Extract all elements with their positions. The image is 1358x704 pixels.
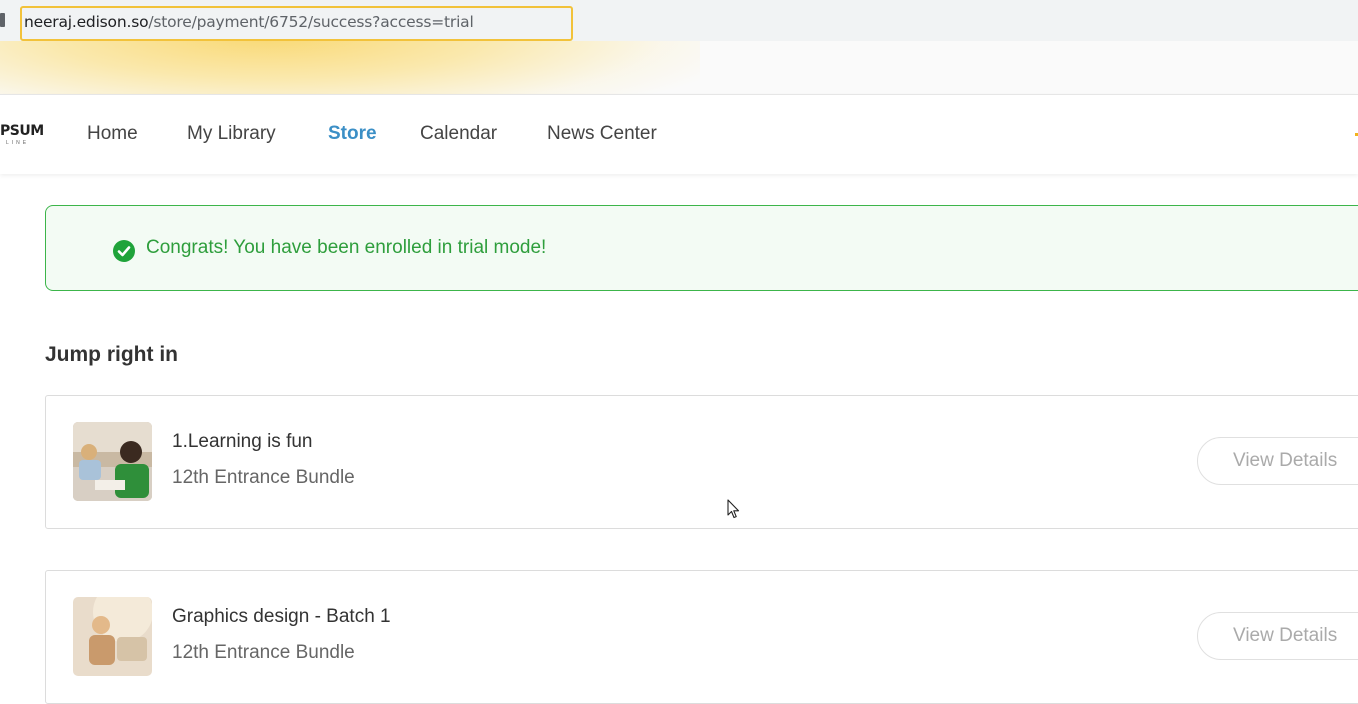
url-host: neeraj.edison.so bbox=[24, 13, 149, 31]
nav-item-home[interactable]: Home bbox=[87, 123, 138, 145]
course-image-icon bbox=[73, 597, 152, 676]
url-input[interactable]: neeraj.edison.so/store/payment/6752/succ… bbox=[20, 6, 573, 41]
mouse-cursor-icon bbox=[727, 499, 740, 519]
course-image-icon bbox=[73, 422, 152, 501]
course-thumbnail bbox=[73, 422, 152, 501]
header-banner bbox=[0, 41, 1358, 94]
course-card: Graphics design - Batch 1 12th Entrance … bbox=[45, 570, 1358, 704]
course-title[interactable]: 1.Learning is fun bbox=[172, 431, 313, 453]
success-alert: Congrats! You have been enrolled in tria… bbox=[45, 205, 1358, 291]
section-title: Jump right in bbox=[45, 343, 178, 366]
course-subtitle: 12th Entrance Bundle bbox=[172, 642, 355, 663]
view-details-button[interactable]: View Details bbox=[1197, 437, 1358, 485]
course-title[interactable]: Graphics design - Batch 1 bbox=[172, 606, 391, 628]
course-subtitle: 12th Entrance Bundle bbox=[172, 467, 355, 488]
check-circle-icon bbox=[113, 240, 135, 262]
nav-item-news-center[interactable]: News Center bbox=[547, 123, 657, 145]
alert-message: Congrats! You have been enrolled in tria… bbox=[146, 237, 547, 258]
nav-item-my-library[interactable]: My Library bbox=[187, 123, 276, 145]
course-card: 1.Learning is fun 12th Entrance Bundle V… bbox=[45, 395, 1358, 529]
view-details-button[interactable]: View Details bbox=[1197, 612, 1358, 660]
course-thumbnail bbox=[73, 597, 152, 676]
url-text: neeraj.edison.so/store/payment/6752/succ… bbox=[24, 13, 474, 31]
nav-item-calendar[interactable]: Calendar bbox=[420, 123, 497, 145]
nav-item-store[interactable]: Store bbox=[328, 123, 377, 145]
site-nav: PSUM LINE Home My Library Store Calendar… bbox=[0, 94, 1358, 174]
lock-icon[interactable] bbox=[0, 13, 5, 27]
url-path: /store/payment/6752/success?access=trial bbox=[148, 13, 474, 31]
site-logo[interactable]: PSUM bbox=[0, 123, 44, 139]
site-logo-subtext: LINE bbox=[6, 140, 30, 146]
banner-gradient bbox=[0, 41, 700, 94]
browser-address-bar: neeraj.edison.so/store/payment/6752/succ… bbox=[0, 0, 1358, 41]
